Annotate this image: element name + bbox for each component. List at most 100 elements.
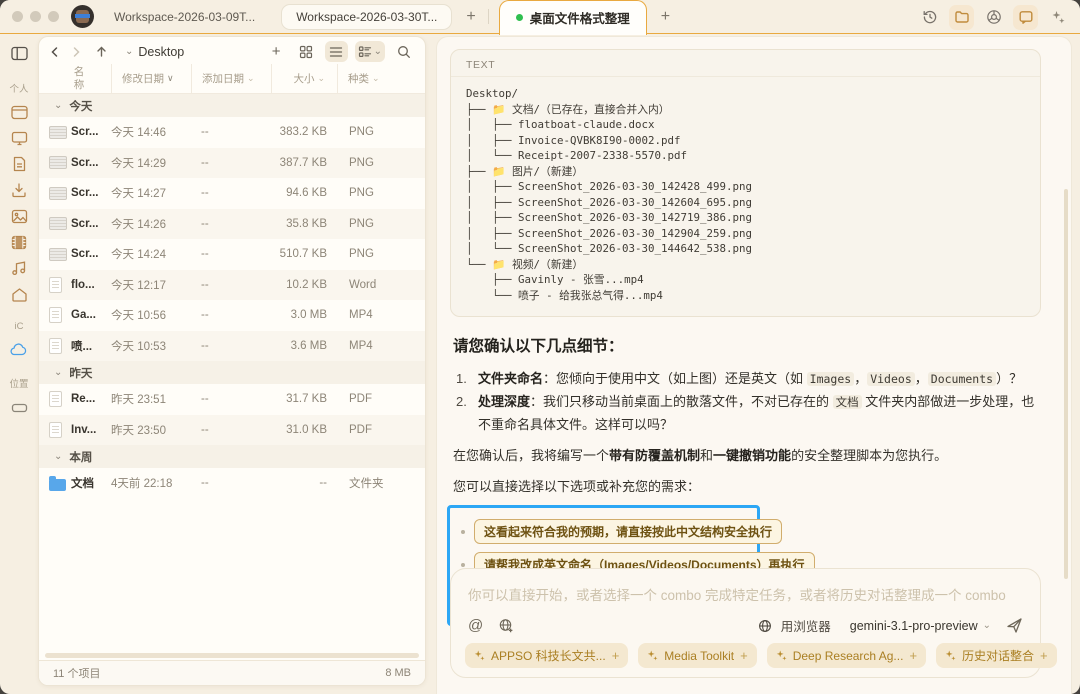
file-add: -- [191,393,271,405]
sidebar-toggle-icon[interactable] [11,41,28,65]
choose-paragraph: 您可以直接选择以下选项或补充您的需求： [453,476,1041,498]
files-icon[interactable] [949,5,974,30]
sparkles-icon[interactable] [1045,5,1070,30]
model-name: gemini-3.1-pro-preview [850,619,978,633]
file-row[interactable]: Scr...今天 14:46--383.2 KBPNG [39,117,425,148]
grid-view-icon[interactable] [295,41,318,62]
icloud-icon[interactable] [10,336,28,362]
combo-chip-media-toolkit[interactable]: Media Toolkit+ [638,643,756,668]
combo-chip-history[interactable]: 历史对话整合+ [936,643,1057,668]
tab-bar: Workspace-2026-03-09T... Workspace-2026-… [0,0,1080,34]
desktop-icon[interactable] [11,125,28,151]
file-add: -- [191,477,271,489]
input-toolbar: @ 用浏览器 gemini-3.1-pro-preview ⌄ [468,616,1023,635]
send-icon[interactable] [1006,617,1023,634]
file-row[interactable]: Inv...昨天 23:50--31.0 KBPDF [39,415,425,446]
mention-icon[interactable]: @ [468,618,483,633]
pictures-icon[interactable] [11,203,28,229]
location-dropdown[interactable]: ⌄ Desktop [125,45,184,59]
close-window-button[interactable] [12,11,23,22]
file-mod: 今天 10:56 [111,307,191,323]
music-icon[interactable] [11,255,27,281]
message-input[interactable]: 你可以直接开始，或者选择一个 combo 完成特定任务，或者将历史对话整理成一个… [450,568,1041,678]
new-tab-button-2[interactable]: + [661,9,670,25]
home-icon[interactable] [11,281,28,307]
file-size: 31.0 KB [271,424,337,436]
finder-card: ⌄ Desktop + ⌄ 名称 修改日期∨ 添加日期⌄ [38,36,426,686]
file-row[interactable]: Scr...今天 14:29--387.7 KBPNG [39,148,425,179]
add-icon[interactable]: + [265,41,288,62]
tab-workspace-2[interactable]: Workspace-2026-03-30T... [281,4,452,30]
vertical-scrollbar[interactable] [1064,189,1068,579]
total-size: 8 MB [385,667,411,679]
movies-icon[interactable] [11,229,27,255]
group-view-icon[interactable]: ⌄ [355,41,385,62]
file-row[interactable]: flo...今天 12:17--10.2 KBWord [39,270,425,301]
model-selector[interactable]: gemini-3.1-pro-preview ⌄ [850,619,991,633]
location-label: Desktop [138,45,184,59]
png-file-icon [49,248,67,261]
list-number: 1. [456,368,478,391]
group-header[interactable]: ⌄昨天 [39,361,425,384]
file-kind: PNG [337,126,425,138]
zoom-window-button[interactable] [48,11,59,22]
applications-icon[interactable] [11,99,28,125]
group-header[interactable]: ⌄本周 [39,445,425,468]
use-browser-label[interactable]: 用浏览器 [781,616,831,635]
search-icon[interactable] [392,41,415,62]
hard-drive-icon[interactable] [11,394,28,420]
history-icon[interactable] [917,5,942,30]
active-tab-label: 桌面文件格式整理 [530,8,630,27]
file-name: 喷... [71,338,111,354]
browser-icon[interactable] [981,5,1006,30]
group-label: 昨天 [69,365,92,381]
option-confirm-chinese-button[interactable]: 这看起来符合我的预期，请直接按此中文结构安全执行 [474,519,782,544]
file-kind: PNG [337,218,425,230]
file-row[interactable]: Scr...今天 14:27--94.6 KBPNG [39,178,425,209]
file-mod: 今天 14:46 [111,124,191,140]
tab-workspace-1[interactable]: Workspace-2026-03-09T... [114,10,255,24]
new-tab-button[interactable]: + [466,9,475,25]
chat-icon[interactable] [1013,5,1038,30]
column-date-modified[interactable]: 修改日期∨ [111,64,191,93]
column-kind[interactable]: 种类⌄ [337,64,425,93]
file-list: ⌄今天Scr...今天 14:46--383.2 KBPNGScr...今天 1… [39,94,425,660]
active-status-dot [516,14,523,21]
column-size[interactable]: 大小⌄ [271,64,337,93]
doc-file-icon [49,338,62,354]
horizontal-scrollbar[interactable] [45,653,419,658]
downloads-icon[interactable] [11,177,27,203]
file-mod: 今天 10:53 [111,338,191,354]
file-row[interactable]: 喷...今天 10:53--3.6 MBMP4 [39,331,425,362]
back-icon[interactable] [49,46,61,58]
tab-desktop-organize[interactable]: 桌面文件格式整理 [499,0,647,35]
combo-chip-appso[interactable]: APPSO 科技长文共...+ [465,643,628,668]
up-arrow-icon[interactable] [95,45,108,58]
file-add: -- [191,424,271,436]
file-size: 35.8 KB [271,218,337,230]
file-add: -- [191,279,271,291]
code-block: TEXT Desktop/ ├── 📁 文档/（已存在，直接合并入内） │ ├─… [450,49,1041,317]
file-name: flo... [71,279,111,291]
minimize-window-button[interactable] [30,11,41,22]
column-name[interactable]: 名称 [47,64,111,93]
list-number: 2. [456,391,478,437]
list-view-icon[interactable] [325,41,348,62]
forward-icon[interactable] [70,46,82,58]
combo-chip-deep-research[interactable]: Deep Research Ag...+ [767,643,926,668]
file-mod: 今天 12:17 [111,277,191,293]
documents-icon[interactable] [12,151,27,177]
file-name: Scr... [71,218,111,230]
avatar[interactable] [71,5,94,28]
file-row[interactable]: Re...昨天 23:51--31.7 KBPDF [39,384,425,415]
file-row[interactable]: Scr...今天 14:24--510.7 KBPNG [39,239,425,270]
globe-plus-icon[interactable] [498,618,514,634]
file-add: -- [191,157,271,169]
folder-file-icon [49,479,66,491]
file-kind: PNG [337,157,425,169]
file-row[interactable]: 文档4天前 22:18----文件夹 [39,468,425,499]
group-header[interactable]: ⌄今天 [39,94,425,117]
column-date-added[interactable]: 添加日期⌄ [191,64,271,93]
file-row[interactable]: Ga...今天 10:56--3.0 MBMP4 [39,300,425,331]
file-row[interactable]: Scr...今天 14:26--35.8 KBPNG [39,209,425,240]
